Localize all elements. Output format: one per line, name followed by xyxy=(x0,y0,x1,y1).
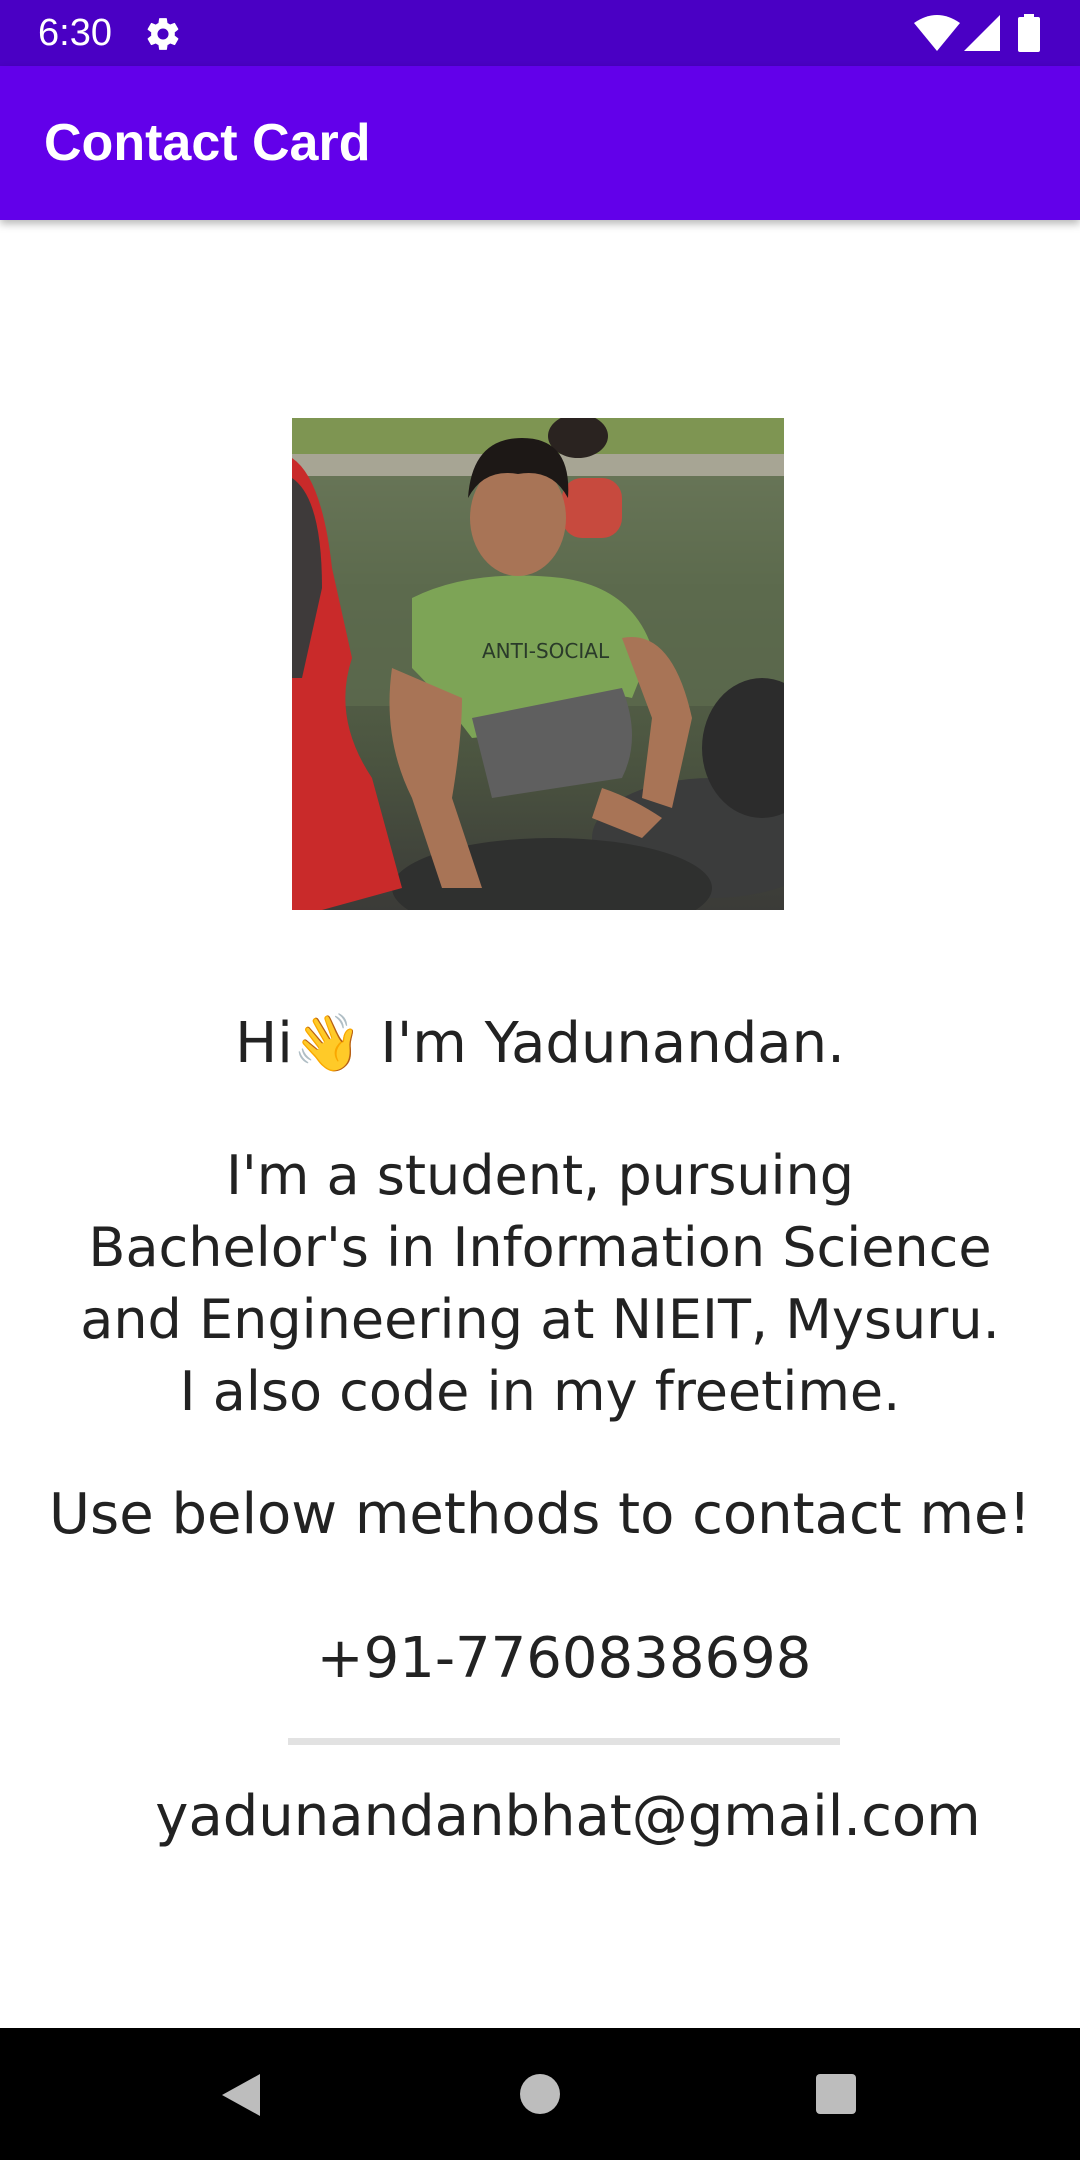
greeting-prefix: Hi xyxy=(235,1011,293,1076)
recents-icon[interactable] xyxy=(816,2074,856,2114)
divider xyxy=(288,1738,840,1745)
home-icon[interactable] xyxy=(518,2072,562,2116)
waving-hand-icon: 👋 xyxy=(292,1011,363,1076)
navigation-bar xyxy=(0,2028,1080,2160)
wifi-icon xyxy=(914,15,960,51)
email-address[interactable]: yadunandanbhat@gmail.com xyxy=(0,1782,1080,1852)
content-area: ANTI-SOCIAL Hi👋 I'm Yadunandan. I'm a st… xyxy=(0,220,1080,2028)
profile-photo: ANTI-SOCIAL xyxy=(292,418,784,910)
status-bar: 6:30 xyxy=(0,0,1080,66)
contact-prompt: Use below methods to contact me! xyxy=(49,1482,1031,1547)
status-time: 6:30 xyxy=(38,12,112,54)
signal-icon xyxy=(964,15,1000,51)
back-icon[interactable] xyxy=(218,2072,264,2118)
app-bar: Contact Card xyxy=(0,66,1080,220)
greeting-text: Hi👋 I'm Yadunandan. xyxy=(0,1010,1080,1078)
phone-number[interactable]: +91-7760838698 xyxy=(0,1624,1080,1694)
svg-text:ANTI-SOCIAL: ANTI-SOCIAL xyxy=(482,639,610,663)
battery-icon xyxy=(1018,14,1040,52)
app-title: Contact Card xyxy=(44,114,371,172)
bio-text: I'm a student, pursuing Bachelor's in In… xyxy=(80,1144,1000,1423)
contact-card-screen: 6:30 Contact Card ANTI-SOCIAL Hi👋 I'm Ya… xyxy=(0,0,1080,2160)
gear-icon xyxy=(147,18,179,50)
greeting-suffix: I'm Yadunandan. xyxy=(362,1011,845,1076)
